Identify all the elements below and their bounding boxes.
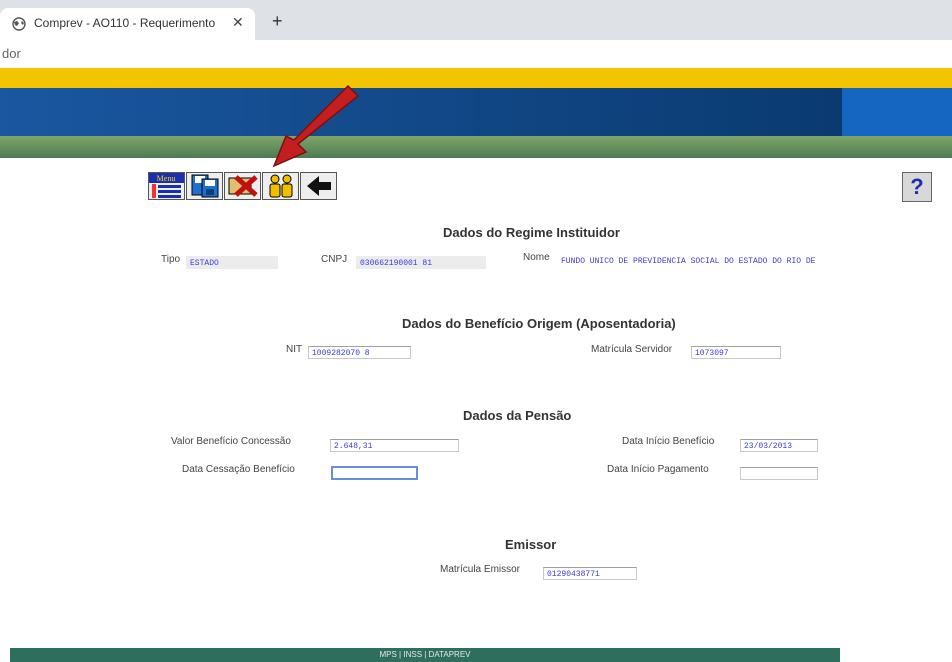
data-inicio-pagamento-field[interactable] <box>740 467 818 480</box>
toolbar: Menu <box>148 172 337 200</box>
data-inicio-beneficio-label: Data Início Benefício <box>622 436 715 447</box>
nome-field[interactable]: FUNDO UNICO DE PREVIDENCIA SOCIAL DO EST… <box>558 255 930 268</box>
delete-button[interactable] <box>224 172 261 200</box>
nome-label: Nome <box>523 252 550 263</box>
dependents-button[interactable] <box>262 172 299 200</box>
header-blue-band <box>0 88 952 136</box>
persons-icon <box>269 174 292 198</box>
header-blue-band-right <box>842 88 952 136</box>
new-tab-button[interactable]: + <box>272 12 283 30</box>
address-bar[interactable]: dor <box>0 40 952 68</box>
menu-icon: Menu <box>149 173 184 198</box>
data-inicio-beneficio-field[interactable]: 23/03/2013 <box>740 439 818 452</box>
data-cessacao-field[interactable] <box>331 466 418 480</box>
red-arrow-annotation <box>272 84 360 168</box>
help-button[interactable]: ? <box>902 172 932 202</box>
matricula-servidor-field[interactable]: 1073097 <box>691 346 781 359</box>
tab-title: Comprev - AO110 - Requerimento <box>34 16 216 30</box>
floppy-disk-icon <box>191 174 218 198</box>
section-title-regime: Dados do Regime Instituidor <box>443 225 620 240</box>
menu-button[interactable]: Menu <box>148 172 185 200</box>
section-title-beneficio-origem: Dados do Benefício Origem (Aposentadoria… <box>402 316 676 331</box>
browser-tab-bar: Comprev - AO110 - Requerimento ✕ + <box>0 0 952 40</box>
footer: MPS | INSS | DATAPREV <box>10 648 840 662</box>
menu-icon-label: Menu <box>157 174 176 183</box>
tipo-label: Tipo <box>161 254 181 265</box>
cancel-x-icon <box>228 175 258 197</box>
address-text: dor <box>2 46 21 61</box>
data-cessacao-label: Data Cessação Benefício <box>182 464 295 475</box>
header-blue-band-left <box>0 88 842 136</box>
valor-beneficio-label: Valor Benefício Concessão <box>171 436 291 447</box>
save-button[interactable] <box>186 172 223 200</box>
close-tab-icon[interactable]: ✕ <box>232 14 244 31</box>
cnpj-field[interactable]: 030662190001 81 <box>356 256 486 269</box>
cnpj-label: CNPJ <box>321 254 348 265</box>
valor-beneficio-field[interactable]: 2.648,31 <box>330 439 459 452</box>
section-title-emissor: Emissor <box>505 537 557 552</box>
matricula-emissor-label: Matrícula Emissor <box>440 564 521 575</box>
header-green-band <box>0 136 952 158</box>
back-button[interactable] <box>300 172 337 200</box>
tipo-field[interactable]: ESTADO <box>186 256 278 269</box>
matricula-servidor-label: Matrícula Servidor <box>591 344 673 355</box>
data-inicio-pagamento-label: Data Início Pagamento <box>607 464 709 475</box>
nit-field[interactable]: 1009282070 8 <box>308 346 411 359</box>
matricula-emissor-field[interactable]: 01290438771 <box>543 567 637 580</box>
section-title-pensao: Dados da Pensão <box>463 408 572 423</box>
left-arrow-icon <box>306 176 331 196</box>
nit-label: NIT <box>286 344 303 355</box>
globe-icon <box>12 17 26 31</box>
browser-tab[interactable]: Comprev - AO110 - Requerimento ✕ <box>0 8 255 40</box>
header-yellow-band <box>0 68 952 88</box>
